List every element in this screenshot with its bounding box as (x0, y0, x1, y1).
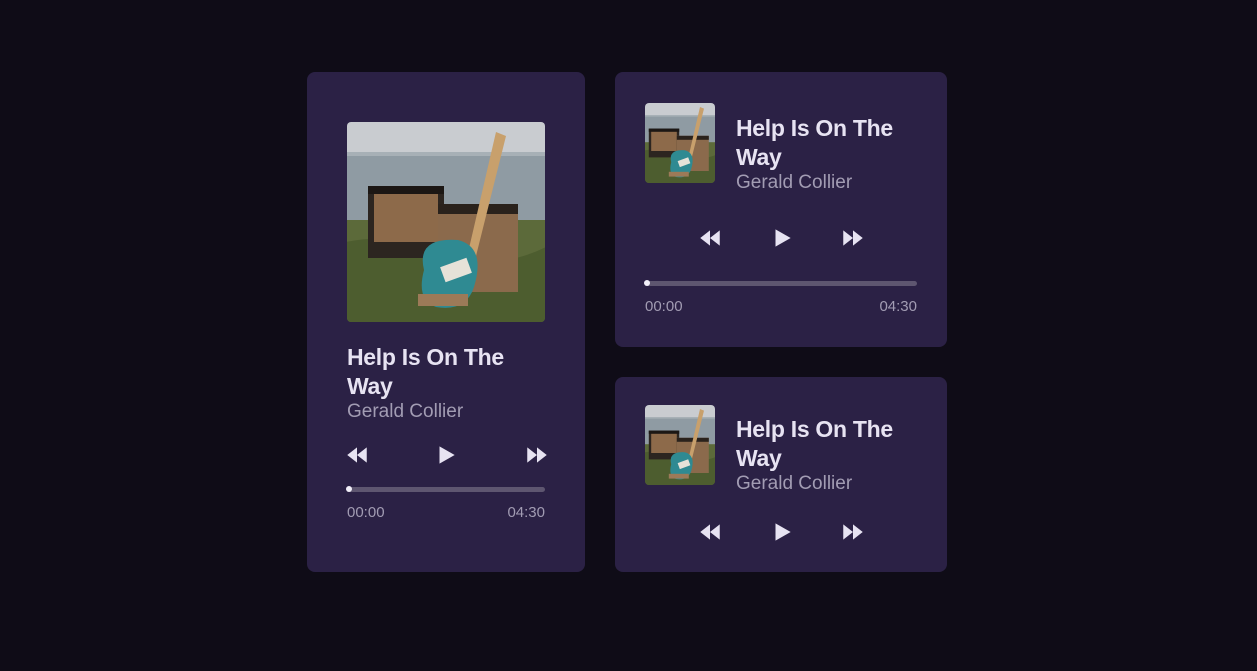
track-artist: Gerald Collier (347, 401, 464, 422)
track-title: Help Is On The Way (736, 115, 893, 170)
guitar-amplifier-album-art (645, 103, 715, 183)
rewind-button[interactable] (697, 519, 723, 545)
play-icon (769, 519, 795, 545)
total-duration: 04:30 (507, 504, 545, 521)
rewind-button[interactable] (344, 442, 370, 468)
rewind-icon (697, 519, 723, 545)
progress-bar[interactable] (644, 280, 917, 286)
progress-thumb[interactable] (644, 280, 650, 286)
fast-forward-button[interactable] (840, 225, 866, 251)
current-time: 00:00 (347, 504, 385, 521)
fast-forward-button[interactable] (524, 442, 550, 468)
album-art-thumbnail (645, 103, 715, 183)
fast-forward-icon (840, 225, 866, 251)
rewind-icon (344, 442, 370, 468)
play-button[interactable] (769, 225, 795, 251)
rewind-button[interactable] (697, 225, 723, 251)
music-player-large: Help Is On The Way Gerald Collier 00:00 … (307, 72, 585, 572)
play-icon (769, 225, 795, 251)
track-title: Help Is On The Way (736, 416, 893, 471)
rewind-icon (697, 225, 723, 251)
play-button[interactable] (433, 442, 459, 468)
play-icon (433, 442, 459, 468)
progress-thumb[interactable] (346, 486, 352, 492)
track-artist: Gerald Collier (736, 172, 853, 193)
track-artist: Gerald Collier (736, 473, 853, 494)
fast-forward-button[interactable] (840, 519, 866, 545)
play-button[interactable] (769, 519, 795, 545)
current-time: 00:00 (645, 298, 683, 315)
fast-forward-icon (524, 442, 550, 468)
music-player-compact: Help Is On The Way Gerald Collier 00:00 … (615, 72, 947, 347)
guitar-amplifier-album-art (347, 122, 545, 322)
track-title: Help Is On The Way (347, 344, 504, 399)
music-player-mini: Help Is On The Way Gerald Collier (615, 377, 947, 572)
album-art-thumbnail (645, 405, 715, 485)
progress-bar[interactable] (346, 486, 545, 492)
fast-forward-icon (840, 519, 866, 545)
total-duration: 04:30 (879, 298, 917, 315)
album-art (347, 122, 545, 322)
guitar-amplifier-album-art (645, 405, 715, 485)
